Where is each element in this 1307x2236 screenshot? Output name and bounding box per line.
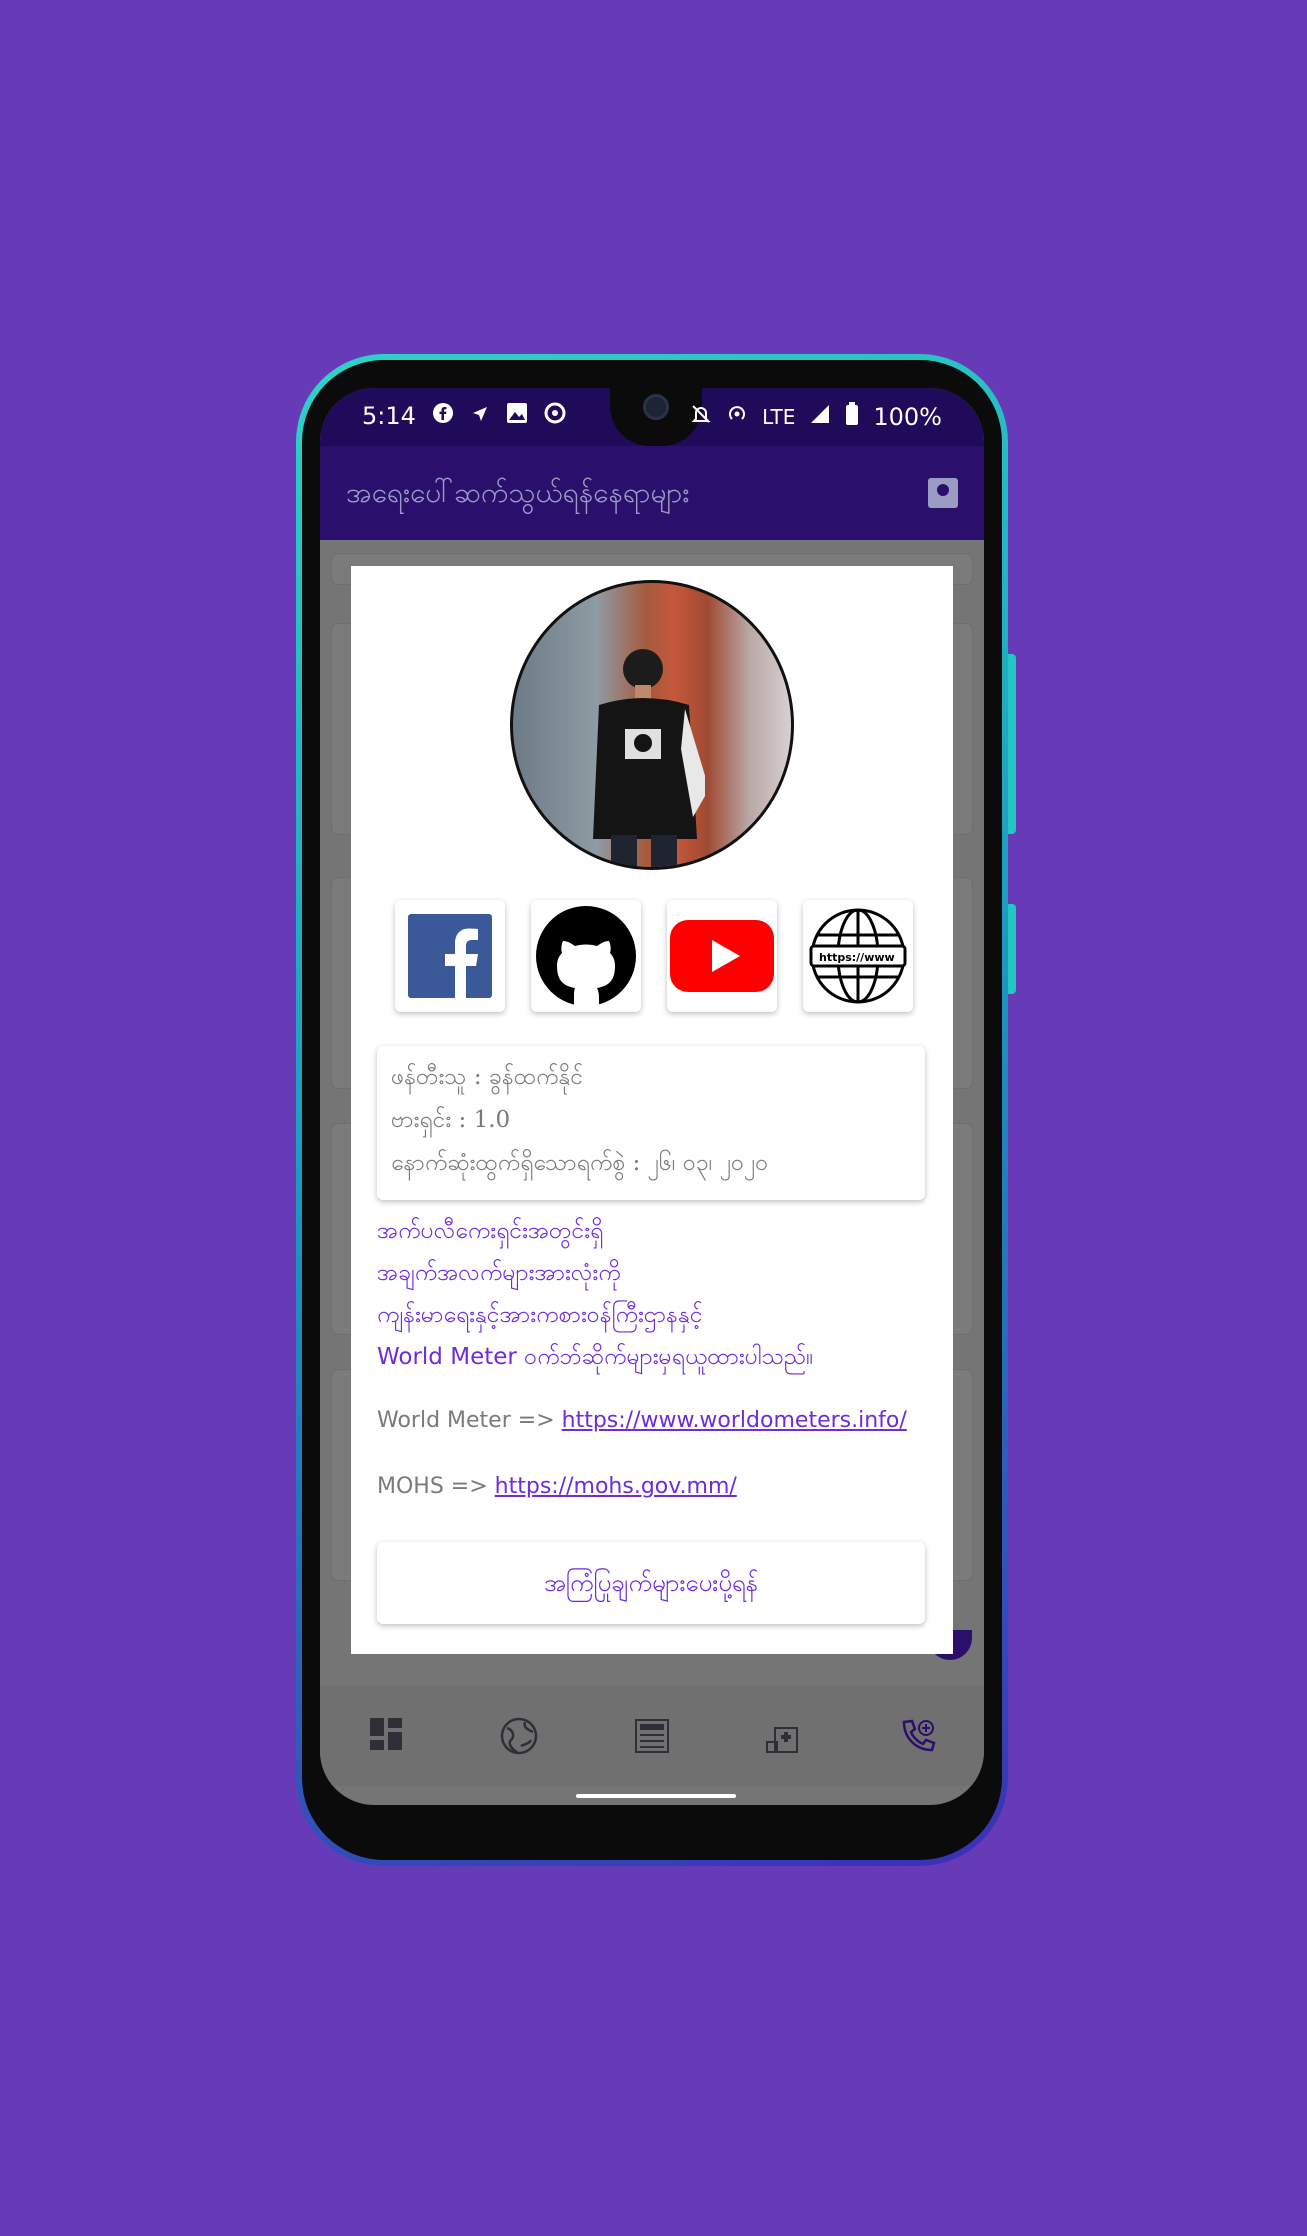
home-indicator[interactable] (576, 1794, 736, 1798)
page-title: အရေးပေါ်ဆက်သွယ်ရန်နေရာများ (346, 476, 690, 509)
globe-icon[interactable] (499, 1716, 539, 1756)
worldmeter-source: World Meter => https://www.worldometers.… (377, 1408, 907, 1433)
mohs-label: MOHS => (377, 1474, 488, 1499)
sync-notification-icon (544, 402, 566, 430)
notifications-off-icon (690, 403, 712, 431)
volume-button (1008, 654, 1016, 834)
emergency-call-icon[interactable] (898, 1716, 938, 1756)
facebook-icon (408, 914, 492, 998)
worldmeter-label: World Meter => (377, 1408, 555, 1433)
description-line: World Meter ဝက်ဘ်ဆိုက်များမှရယူထားပါသည်။ (377, 1344, 814, 1370)
person-photo (593, 649, 705, 867)
send-feedback-button[interactable]: အကြံပြုချက်များပေးပို့ရန် (377, 1542, 925, 1624)
developer-avatar (510, 580, 794, 870)
image-notification-icon (506, 402, 528, 430)
worldmeter-link[interactable]: https://www.worldometers.info/ (562, 1408, 907, 1433)
battery-icon (845, 402, 859, 432)
dashboard-icon[interactable] (366, 1716, 406, 1756)
bottom-navigation (320, 1686, 984, 1786)
news-icon[interactable] (632, 1716, 672, 1756)
front-camera (643, 394, 669, 420)
globe-icon: https://www (809, 908, 907, 1004)
hotspot-icon (726, 403, 748, 431)
youtube-icon (670, 920, 774, 992)
contact-card-icon[interactable] (928, 478, 958, 508)
about-dialog: https://www ဖန်တီးသူ : ခွန်ထက်နိုင် ဗားရ… (351, 566, 953, 1654)
social-links: https://www (395, 900, 913, 1012)
last-updated-label: နောက်ဆုံးထွက်ရှိသောရက်စွဲ : ၂၆၊ ၀၃၊ ၂၀၂၀ (391, 1150, 769, 1176)
youtube-button[interactable] (667, 900, 777, 1012)
website-button[interactable]: https://www (803, 900, 913, 1012)
description-line: အက်ပလီကေးရှင်းအတွင်းရှိ (377, 1218, 604, 1244)
app-info-card: ဖန်တီးသူ : ခွန်ထက်နိုင် ဗားရှင်း : 1.0 န… (377, 1046, 925, 1200)
power-button (1008, 904, 1016, 994)
hospital-icon[interactable] (765, 1716, 805, 1756)
facebook-button[interactable] (395, 900, 505, 1012)
version-label: ဗားရှင်း : 1.0 (391, 1107, 511, 1133)
network-type: LTE (762, 405, 796, 429)
mohs-source: MOHS => https://mohs.gov.mm/ (377, 1474, 737, 1499)
camera-notch (610, 388, 702, 446)
developer-label: ဖန်တီးသူ : ခွန်ထက်နိုင် (391, 1064, 584, 1090)
github-icon (536, 906, 636, 1008)
battery-level: 100% (873, 403, 942, 431)
facebook-notification-icon (432, 402, 454, 430)
status-bar: 5:14 LTE 100% (320, 388, 984, 446)
data-source-description: အက်ပလီကေးရှင်းအတွင်းရှိ အချက်အလက်များအား… (377, 1210, 813, 1378)
description-line: အချက်အလက်များအားလုံးကို (377, 1260, 621, 1286)
mohs-link[interactable]: https://mohs.gov.mm/ (495, 1474, 737, 1499)
app-bar: အရေးပေါ်ဆက်သွယ်ရန်နေရာများ (320, 446, 984, 540)
status-time: 5:14 (362, 402, 416, 430)
website-badge-text: https://www (819, 951, 895, 964)
description-line: ကျန်းမာရေးနှင့်အားကစားဝန်ကြီးဌာနနှင့် (377, 1302, 703, 1328)
signal-icon (809, 403, 831, 431)
github-button[interactable] (531, 900, 641, 1012)
navigation-arrow-icon (470, 402, 490, 430)
